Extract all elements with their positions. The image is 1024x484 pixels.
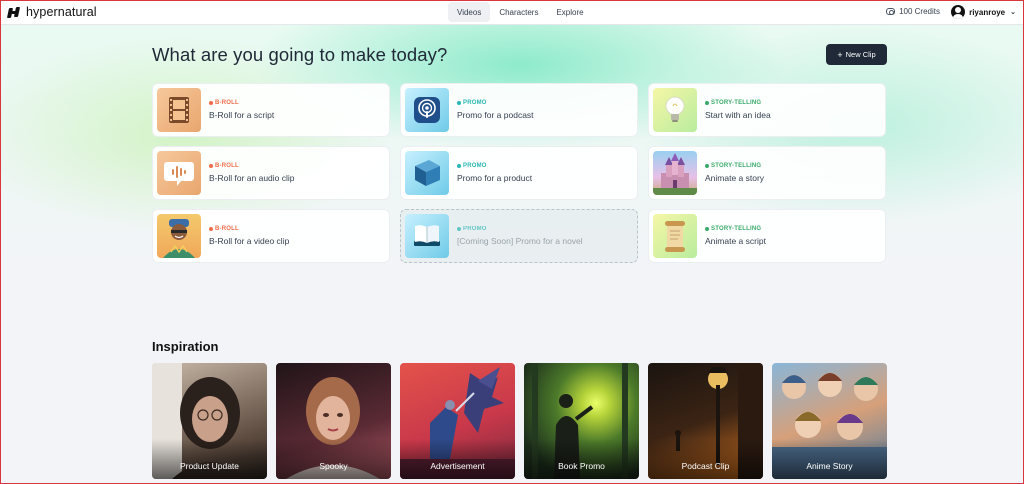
- hypernatural-logo-icon: [6, 6, 21, 19]
- nav-characters[interactable]: Characters: [490, 2, 547, 22]
- card-title: Promo for a product: [457, 173, 533, 183]
- category-tag: PROMO: [457, 226, 583, 232]
- film-strip-icon: [157, 88, 201, 132]
- inspiration-card-spooky[interactable]: Spooky: [276, 363, 391, 479]
- card-title: [Coming Soon] Promo for a novel: [457, 236, 583, 246]
- credits-badge[interactable]: 100 Credits: [886, 7, 940, 16]
- inspiration-label: Podcast Clip: [681, 461, 730, 471]
- template-card-story-script[interactable]: STORY-TELLING Animate a script: [648, 209, 886, 263]
- avatar: [951, 5, 966, 19]
- chevron-down-icon: ⌄: [1010, 9, 1016, 16]
- template-card-broll-video[interactable]: B-ROLL B-Roll for a video clip: [152, 209, 390, 263]
- inspiration-label: Advertisement: [430, 461, 485, 471]
- inspiration-gallery: Product Update Spooky Advertisement Book…: [152, 363, 887, 479]
- credits-label: 100 Credits: [899, 7, 940, 16]
- category-tag: STORY-TELLING: [705, 226, 766, 232]
- plus-icon: +: [837, 49, 843, 60]
- inspiration-label: Product Update: [179, 461, 240, 471]
- nav-videos[interactable]: Videos: [448, 2, 491, 22]
- template-grid: B-ROLL B-Roll for a script PROMO Promo f…: [152, 83, 886, 263]
- inspiration-card-product-update[interactable]: Product Update: [152, 363, 267, 479]
- podcast-icon: [405, 88, 449, 132]
- lightbulb-icon: [653, 88, 697, 132]
- template-card-promo-podcast[interactable]: PROMO Promo for a podcast: [400, 83, 638, 137]
- category-tag: B-ROLL: [209, 163, 295, 169]
- brand-name: hypernatural: [26, 5, 97, 19]
- nav-explore[interactable]: Explore: [547, 2, 592, 22]
- template-card-story-animate[interactable]: STORY-TELLING Animate a story: [648, 146, 886, 200]
- category-tag: PROMO: [457, 100, 534, 106]
- card-title: B-Roll for a video clip: [209, 236, 290, 246]
- inspiration-card-advertisement[interactable]: Advertisement: [400, 363, 515, 479]
- inspiration-label: Spooky: [319, 461, 348, 471]
- book-icon: [405, 214, 449, 258]
- inspiration-card-podcast-clip[interactable]: Podcast Clip: [648, 363, 763, 479]
- template-card-broll-script[interactable]: B-ROLL B-Roll for a script: [152, 83, 390, 137]
- card-title: Promo for a podcast: [457, 110, 534, 120]
- card-title: Start with an idea: [705, 110, 771, 120]
- coins-icon: [886, 8, 896, 15]
- new-clip-button[interactable]: + New Clip: [826, 44, 887, 65]
- template-card-broll-audio[interactable]: B-ROLL B-Roll for an audio clip: [152, 146, 390, 200]
- inspiration-label: Book Promo: [558, 461, 605, 471]
- inspiration-card-book-promo[interactable]: Book Promo: [524, 363, 639, 479]
- template-card-promo-product[interactable]: PROMO Promo for a product: [400, 146, 638, 200]
- inspiration-heading: Inspiration: [152, 339, 219, 354]
- category-tag: B-ROLL: [209, 100, 274, 106]
- brand[interactable]: hypernatural: [6, 5, 97, 19]
- new-clip-label: New Clip: [845, 50, 876, 59]
- card-title: B-Roll for a script: [209, 110, 275, 120]
- scroll-icon: [653, 214, 697, 258]
- main-nav: Videos Characters Explore: [448, 2, 593, 22]
- inspiration-label: Anime Story: [806, 461, 853, 471]
- username: riyanroye: [969, 7, 1006, 17]
- template-card-story-idea[interactable]: STORY-TELLING Start with an idea: [648, 83, 886, 137]
- card-title: Animate a script: [705, 236, 766, 246]
- inspiration-card-anime-story[interactable]: Anime Story: [772, 363, 887, 479]
- category-tag: STORY-TELLING: [705, 163, 764, 169]
- product-box-icon: [405, 151, 449, 195]
- card-title: B-Roll for an audio clip: [209, 173, 295, 183]
- castle-icon: [653, 151, 697, 195]
- audio-bubble-icon: [157, 151, 201, 195]
- category-tag: B-ROLL: [209, 226, 289, 232]
- category-tag: PROMO: [457, 163, 532, 169]
- page-title: What are you going to make today?: [152, 44, 448, 65]
- person-portrait-icon: [157, 214, 201, 258]
- category-tag: STORY-TELLING: [705, 100, 771, 106]
- user-menu[interactable]: riyanroye ⌄: [951, 5, 1016, 19]
- top-bar: hypernatural Videos Characters Explore 1…: [0, 0, 1024, 25]
- template-card-promo-novel: PROMO [Coming Soon] Promo for a novel: [400, 209, 638, 263]
- card-title: Animate a story: [705, 173, 765, 183]
